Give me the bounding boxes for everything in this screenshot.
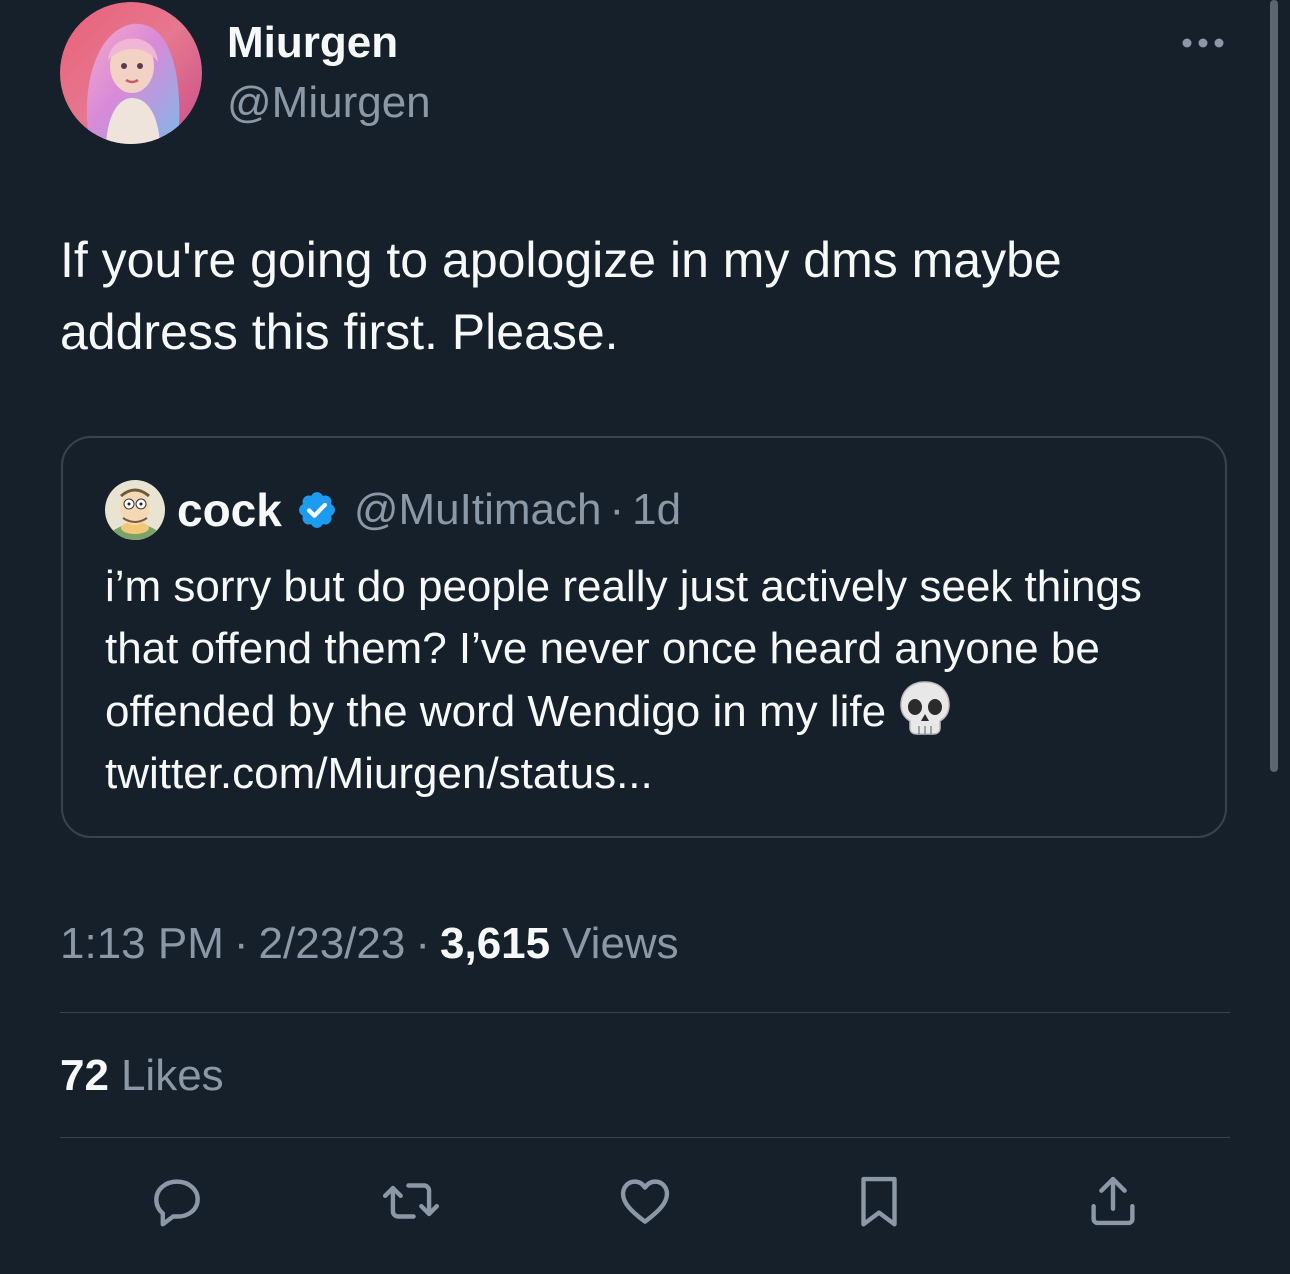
- likes-summary[interactable]: 72 Likes: [60, 1046, 224, 1106]
- verified-badge-icon: [296, 489, 338, 531]
- quoted-tweet-time[interactable]: 1d: [632, 485, 681, 535]
- separator-dot: ·: [609, 485, 625, 534]
- quoted-tweet-card[interactable]: cock @MuItimach · 1d i’m sorry but do pe…: [61, 436, 1227, 838]
- share-icon: [1082, 1170, 1144, 1237]
- heart-icon: [614, 1170, 676, 1237]
- quoted-tweet-header: cock @MuItimach · 1d: [177, 482, 681, 538]
- reply-icon: [146, 1170, 208, 1237]
- likes-label[interactable]: Likes: [121, 1051, 224, 1101]
- bookmark-button[interactable]: [844, 1168, 914, 1238]
- separator-dot: ·: [415, 919, 430, 968]
- quoted-author-name[interactable]: cock: [177, 483, 282, 537]
- author-handle[interactable]: @Miurgen: [227, 76, 431, 130]
- more-horizontal-icon[interactable]: [1180, 34, 1226, 52]
- tweet-date[interactable]: 2/23/23: [259, 919, 406, 969]
- quoted-tweet-link[interactable]: twitter.com/Miurgen/status...: [105, 749, 653, 798]
- share-button[interactable]: [1078, 1168, 1148, 1238]
- divider: [60, 1012, 1230, 1013]
- quoted-tweet-text: i’m sorry but do people really just acti…: [105, 556, 1195, 805]
- like-button[interactable]: [610, 1168, 680, 1238]
- tweet-meta: 1:13 PM · 2/23/23 · 3,615 Views: [60, 914, 679, 974]
- likes-count[interactable]: 72: [60, 1051, 109, 1101]
- reply-button[interactable]: [142, 1168, 212, 1238]
- views-label[interactable]: Views: [562, 919, 679, 969]
- divider: [60, 1137, 1230, 1138]
- author-name[interactable]: Miurgen: [227, 16, 398, 70]
- tweet-time[interactable]: 1:13 PM: [60, 919, 224, 969]
- author-avatar[interactable]: [60, 2, 202, 144]
- retweet-button[interactable]: [376, 1168, 446, 1238]
- quoted-tweet-body: i’m sorry but do people really just acti…: [105, 562, 1142, 736]
- separator-dot: ·: [233, 919, 249, 968]
- skull-emoji-icon: [898, 680, 952, 738]
- retweet-icon: [380, 1170, 442, 1237]
- quoted-author-avatar[interactable]: [105, 480, 165, 540]
- tweet-text: If you're going to apologize in my dms m…: [60, 232, 1062, 360]
- scrollbar[interactable]: [1270, 0, 1278, 772]
- bookmark-icon: [848, 1170, 910, 1237]
- quoted-author-handle[interactable]: @MuItimach: [354, 485, 602, 535]
- views-count[interactable]: 3,615: [440, 919, 550, 969]
